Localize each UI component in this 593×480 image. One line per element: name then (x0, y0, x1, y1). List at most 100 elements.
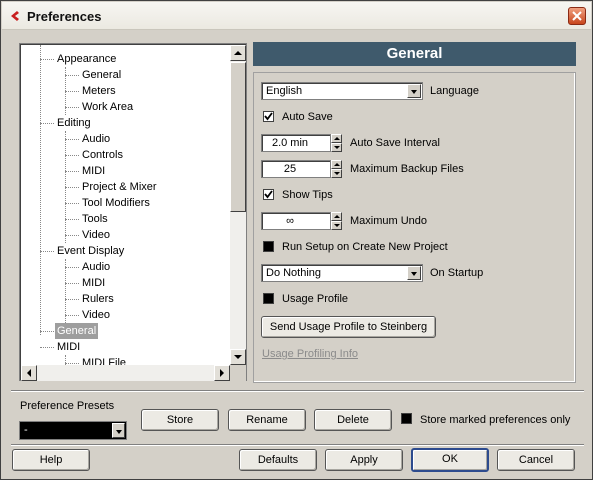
chevron-down-icon[interactable] (407, 266, 421, 280)
tree-item-label: Video (82, 309, 110, 321)
ok-button[interactable]: OK (411, 448, 489, 472)
cancel-button[interactable]: Cancel (497, 449, 575, 471)
scroll-thumb[interactable] (230, 62, 246, 212)
tree-item-label: Rulers (82, 293, 114, 305)
checkmark-icon (264, 112, 273, 121)
preference-presets-select[interactable]: - (19, 421, 127, 440)
scroll-left-button[interactable] (21, 365, 37, 381)
scroll-down-button[interactable] (230, 349, 246, 365)
on-startup-select[interactable]: Do Nothing (261, 264, 423, 282)
panel-header: General (253, 42, 576, 66)
send-usage-profile-button[interactable]: Send Usage Profile to Steinberg (261, 316, 436, 338)
language-select[interactable]: English (261, 82, 423, 100)
tree-item-label: MIDI (82, 277, 106, 289)
tree-item[interactable]: Editing (21, 115, 230, 131)
tree-connector (65, 315, 79, 316)
arrow-up-icon (234, 51, 242, 55)
max-undo-value: ∞ (286, 215, 294, 227)
tree-connector (65, 107, 79, 108)
tree-item-label: Meters (82, 85, 116, 97)
max-backup-files-down-button[interactable] (331, 169, 342, 178)
tree-item[interactable]: MIDI File (21, 355, 230, 365)
tree-item[interactable]: MIDI (21, 339, 230, 355)
store-preset-button[interactable]: Store (141, 409, 219, 431)
tree-connector (65, 139, 79, 140)
tree-item-label: Video (82, 229, 110, 241)
tree-vertical-scrollbar[interactable] (230, 45, 246, 365)
tree-item[interactable]: Video (21, 307, 230, 323)
tree-item[interactable]: Project & Mixer (21, 179, 230, 195)
tree-connector (40, 59, 54, 60)
tree-content: Appearance General Meters Work Area Editing A… (21, 45, 230, 365)
show-tips-label: Show Tips (282, 189, 333, 201)
tree-item[interactable]: Audio (21, 259, 230, 275)
tree-item[interactable]: General (21, 67, 230, 83)
preferences-tree[interactable]: Appearance General Meters Work Area Editing A… (19, 43, 247, 381)
max-backup-files-up-button[interactable] (331, 160, 342, 169)
tree-item-label: Tool Modifiers (82, 197, 150, 209)
close-icon (572, 11, 582, 21)
tree-item-label: General (55, 323, 99, 339)
window-title: Preferences (27, 9, 102, 24)
preferences-window: Preferences Appearance General Meters Work … (0, 0, 593, 480)
chevron-down-icon[interactable] (112, 423, 125, 438)
auto-save-checkbox[interactable] (263, 111, 274, 122)
preference-presets-label: Preference Presets (20, 400, 115, 412)
tree-item[interactable]: Tools (21, 211, 230, 227)
close-button[interactable] (568, 7, 586, 25)
auto-save-interval-field[interactable]: 2.0 min (261, 134, 342, 152)
divider (11, 444, 584, 446)
chevron-down-icon[interactable] (407, 84, 421, 98)
store-marked-only-checkbox[interactable] (401, 413, 412, 424)
max-undo-up-button[interactable] (331, 212, 342, 221)
tree-item-label: MIDI (82, 165, 106, 177)
usage-profiling-info-link[interactable]: Usage Profiling Info (262, 348, 358, 360)
tree-item-label: Event Display (57, 245, 125, 257)
tree-connector (65, 91, 79, 92)
tree-connector (40, 251, 54, 252)
tree-item[interactable]: Appearance (21, 51, 230, 67)
tree-item[interactable]: General (21, 323, 230, 339)
run-setup-checkbox[interactable] (263, 241, 274, 252)
tree-item[interactable]: Work Area (21, 99, 230, 115)
max-backup-files-field[interactable]: 25 (261, 160, 342, 178)
rename-preset-button[interactable]: Rename (228, 409, 306, 431)
tree-item[interactable]: Rulers (21, 291, 230, 307)
tree-item[interactable]: MIDI (21, 275, 230, 291)
show-tips-checkbox[interactable] (263, 189, 274, 200)
tree-connector (65, 203, 79, 204)
help-button[interactable]: Help (12, 449, 90, 471)
tree-connector (65, 155, 79, 156)
scroll-right-button[interactable] (214, 365, 230, 381)
max-undo-field[interactable]: ∞ (261, 212, 342, 230)
scrollbar-corner (230, 365, 246, 381)
auto-save-interval-up-button[interactable] (331, 134, 342, 143)
tree-item[interactable]: Event Display (21, 243, 230, 259)
tree-item[interactable]: Audio (21, 131, 230, 147)
on-startup-label: On Startup (430, 267, 484, 279)
auto-save-interval-down-button[interactable] (331, 143, 342, 152)
auto-save-interval-label: Auto Save Interval (350, 137, 440, 149)
title-bar[interactable]: Preferences (2, 2, 591, 30)
tree-horizontal-scrollbar[interactable] (21, 365, 230, 381)
tree-item[interactable]: Video (21, 227, 230, 243)
tree-item[interactable]: Meters (21, 83, 230, 99)
tree-item[interactable]: Tool Modifiers (21, 195, 230, 211)
max-undo-down-button[interactable] (331, 221, 342, 230)
arrow-right-icon (220, 369, 224, 377)
defaults-button[interactable]: Defaults (239, 449, 317, 471)
apply-button[interactable]: Apply (325, 449, 403, 471)
tree-item-label: MIDI File (82, 357, 126, 365)
scroll-up-button[interactable] (230, 45, 246, 61)
tree-connector (40, 123, 54, 124)
tree-item[interactable]: Controls (21, 147, 230, 163)
usage-profile-checkbox[interactable] (263, 293, 274, 304)
on-startup-select-value: Do Nothing (266, 267, 322, 279)
language-select-value: English (266, 85, 303, 97)
tree-item[interactable]: MIDI (21, 163, 230, 179)
delete-preset-button[interactable]: Delete (314, 409, 392, 431)
tree-connector (65, 219, 79, 220)
divider (11, 390, 584, 392)
tree-connector (65, 363, 79, 364)
tree-connector (65, 283, 79, 284)
